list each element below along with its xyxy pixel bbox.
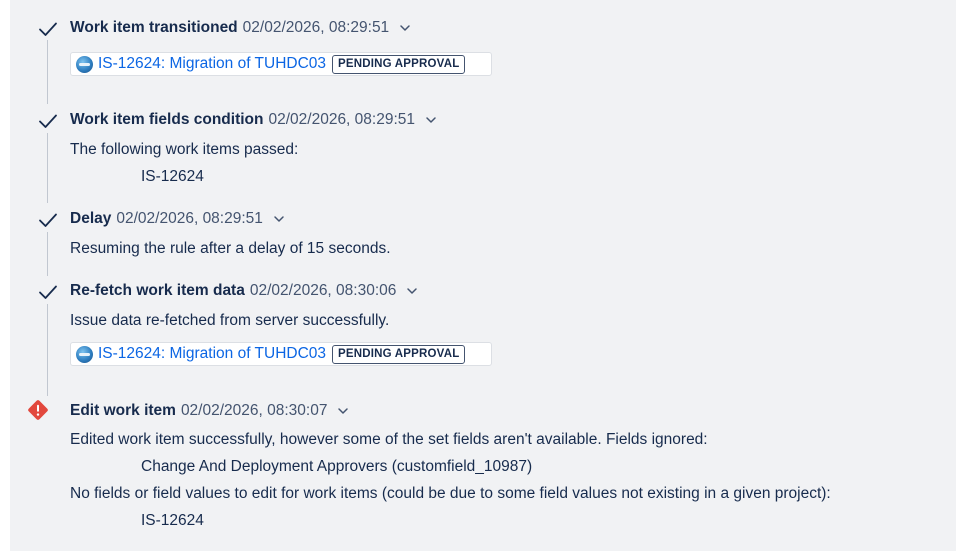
passed-item: IS-12624 <box>141 168 204 185</box>
step-header[interactable]: Re-fetch work item data 02/02/2026, 08:3… <box>70 281 420 301</box>
issue-type-icon <box>76 345 93 363</box>
chevron-down-icon[interactable] <box>423 112 439 128</box>
step-header[interactable]: Work item fields condition 02/02/2026, 0… <box>70 110 439 130</box>
step-timestamp: 02/02/2026, 08:30:06 <box>249 282 397 299</box>
step-header[interactable]: Delay 02/02/2026, 08:29:51 <box>70 209 287 229</box>
issue-link[interactable]: IS-12624: Migration of TUHDC03 <box>98 54 326 74</box>
chevron-down-icon[interactable] <box>335 403 351 419</box>
step-title: Edit work item <box>70 402 176 419</box>
audit-log-panel: Work item transitioned 02/02/2026, 08:29… <box>10 0 956 551</box>
step-title: Re-fetch work item data <box>70 282 245 299</box>
chevron-down-icon[interactable] <box>271 211 287 227</box>
step-title: Work item fields condition <box>70 111 264 128</box>
step-message: Resuming the rule after a delay of 15 se… <box>70 240 391 257</box>
step-message: Issue data re-fetched from server succes… <box>70 312 390 329</box>
step-message-secondary: No fields or field values to edit for wo… <box>70 485 831 502</box>
chevron-down-icon[interactable] <box>397 20 413 36</box>
issue-card[interactable]: IS-12624: Migration of TUHDC03 PENDING A… <box>70 342 492 366</box>
timeline-connector <box>47 133 48 203</box>
error-diamond-icon <box>28 400 48 420</box>
step-title: Work item transitioned <box>70 19 238 36</box>
step-timestamp: 02/02/2026, 08:29:51 <box>116 210 263 227</box>
step-timestamp: 02/02/2026, 08:29:51 <box>242 19 390 36</box>
issue-type-icon <box>76 55 93 73</box>
status-lozenge: PENDING APPROVAL <box>332 54 466 74</box>
timeline-connector <box>47 40 48 104</box>
step-timestamp: 02/02/2026, 08:30:07 <box>180 402 328 419</box>
timeline-connector <box>47 232 48 276</box>
step-header[interactable]: Work item transitioned 02/02/2026, 08:29… <box>70 18 413 38</box>
check-icon <box>39 213 57 227</box>
step-message: The following work items passed: <box>70 141 299 158</box>
step-timestamp: 02/02/2026, 08:29:51 <box>268 111 416 128</box>
issue-card[interactable]: IS-12624: Migration of TUHDC03 PENDING A… <box>70 52 492 76</box>
step-header[interactable]: Edit work item 02/02/2026, 08:30:07 <box>70 401 351 421</box>
unedited-item: IS-12624 <box>141 512 204 529</box>
step-title: Delay <box>70 210 112 227</box>
check-icon <box>39 114 57 128</box>
ignored-field: Change And Deployment Approvers (customf… <box>141 458 533 475</box>
timeline-connector <box>47 304 48 396</box>
check-icon <box>39 285 57 299</box>
step-message: Edited work item successfully, however s… <box>70 431 708 448</box>
issue-link[interactable]: IS-12624: Migration of TUHDC03 <box>98 344 326 364</box>
check-icon <box>39 22 57 36</box>
chevron-down-icon[interactable] <box>404 283 420 299</box>
status-lozenge: PENDING APPROVAL <box>332 344 466 364</box>
